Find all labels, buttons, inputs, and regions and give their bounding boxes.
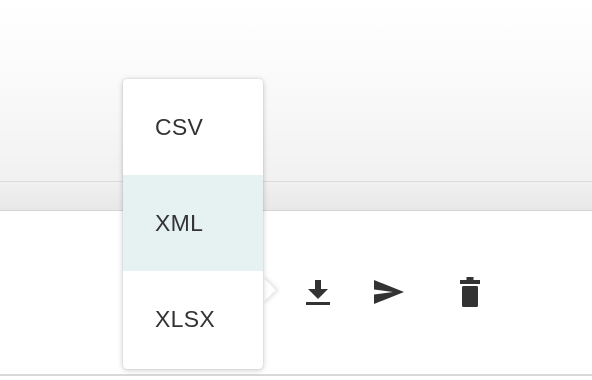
menu-item-label: CSV — [155, 113, 204, 140]
export-format-list: CSV XML XLSX — [123, 79, 263, 367]
download-icon — [306, 280, 330, 305]
delete-icon — [460, 277, 480, 307]
send-icon — [374, 280, 404, 304]
menu-item-label: XLSX — [155, 305, 216, 332]
menu-item-xlsx[interactable]: XLSX — [123, 271, 263, 367]
table-row — [0, 211, 592, 375]
export-format-menu: CSV XML XLSX — [123, 79, 263, 369]
table-header-bar — [0, 182, 592, 210]
header-bar — [0, 0, 592, 182]
menu-item-label: XML — [155, 209, 204, 236]
delete-button[interactable] — [450, 272, 490, 312]
menu-item-csv[interactable]: CSV — [123, 79, 263, 175]
menu-item-xml[interactable]: XML — [123, 175, 263, 271]
row-divider — [0, 374, 592, 376]
send-button[interactable] — [369, 272, 409, 312]
download-button[interactable] — [298, 272, 338, 312]
